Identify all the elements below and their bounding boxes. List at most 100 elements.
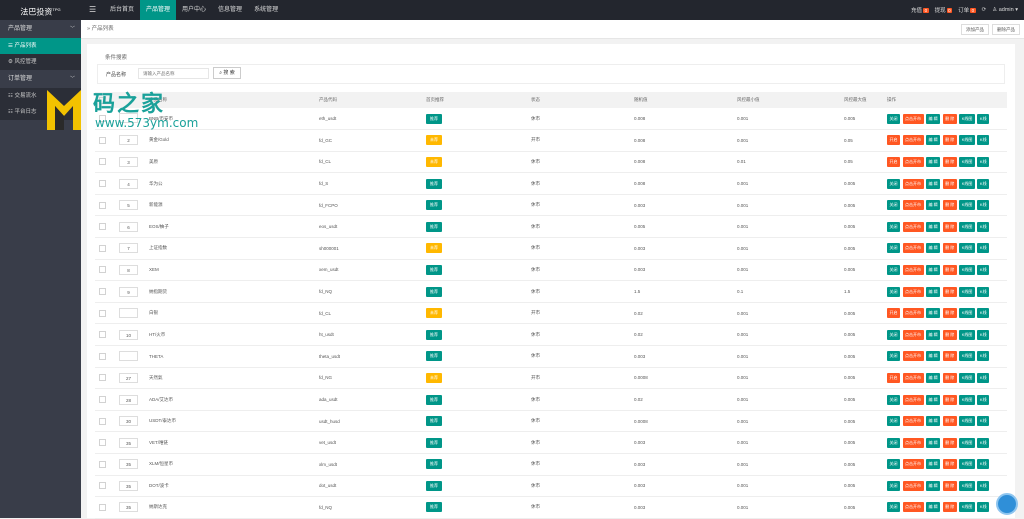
edit-button[interactable]: 编 辑 xyxy=(926,480,941,491)
recommend-toggle[interactable]: 推荐 xyxy=(426,502,442,513)
kline-button[interactable]: K线 xyxy=(977,394,990,405)
refresh-icon[interactable]: ⟳ xyxy=(982,7,987,13)
toggle-market-button[interactable]: 关闭 xyxy=(887,394,900,405)
edit-button[interactable]: 编 辑 xyxy=(926,178,941,189)
row-checkbox[interactable] xyxy=(99,158,106,166)
toggle-market-button[interactable]: 关闭 xyxy=(887,221,900,232)
row-checkbox[interactable] xyxy=(99,374,106,382)
open-market-button[interactable]: 点击开市 xyxy=(902,286,924,297)
delete-button[interactable]: 删 除 xyxy=(942,308,957,319)
edit-button[interactable]: 编 辑 xyxy=(926,394,941,405)
delete-button[interactable]: 删 除 xyxy=(942,221,957,232)
recommend-toggle[interactable]: 推荐 xyxy=(426,264,442,275)
recommend-toggle[interactable]: 未荐 xyxy=(426,308,442,319)
toggle-market-button[interactable]: 关闭 xyxy=(887,178,900,189)
recommend-toggle[interactable]: 未荐 xyxy=(426,135,442,146)
kline-chart-button[interactable]: K线图 xyxy=(959,308,975,319)
open-market-button[interactable]: 点击开市 xyxy=(902,200,924,211)
recommend-toggle[interactable]: 未荐 xyxy=(426,243,442,254)
edit-button[interactable]: 编 辑 xyxy=(926,286,941,297)
delete-button[interactable]: 删 除 xyxy=(942,135,957,146)
delete-button[interactable]: 删 除 xyxy=(942,459,957,470)
row-checkbox[interactable] xyxy=(99,288,106,296)
toggle-market-button[interactable]: 关闭 xyxy=(887,480,900,491)
edit-button[interactable]: 编 辑 xyxy=(926,329,941,340)
sidebar-item-risk[interactable]: ⚙ 风控管理 xyxy=(0,54,81,70)
row-checkbox[interactable] xyxy=(99,244,106,252)
delete-button[interactable]: 删 除 xyxy=(942,264,957,275)
toggle-market-button[interactable]: 关闭 xyxy=(887,351,900,362)
delete-button[interactable]: 删 除 xyxy=(942,113,957,124)
add-product-button[interactable]: 添加产品 xyxy=(961,24,989,35)
row-checkbox[interactable] xyxy=(99,396,106,404)
open-market-button[interactable]: 点击开市 xyxy=(902,351,924,362)
delete-button[interactable]: 删 除 xyxy=(942,351,957,362)
open-market-button[interactable]: 点击开市 xyxy=(902,416,924,427)
user-menu[interactable]: ♙ admin ▾ xyxy=(992,7,1018,13)
recommend-toggle[interactable]: 推荐 xyxy=(426,416,442,427)
delete-button[interactable]: 删 除 xyxy=(942,200,957,211)
toggle-market-button[interactable]: 关闭 xyxy=(887,329,900,340)
toggle-market-button[interactable]: 关闭 xyxy=(887,264,900,275)
edit-button[interactable]: 编 辑 xyxy=(926,221,941,232)
recommend-toggle[interactable]: 推荐 xyxy=(426,394,442,405)
delete-button[interactable]: 删 除 xyxy=(942,286,957,297)
kline-chart-button[interactable]: K线图 xyxy=(959,221,975,232)
toggle-market-button[interactable]: 关闭 xyxy=(887,243,900,254)
edit-button[interactable]: 编 辑 xyxy=(926,243,941,254)
recommend-toggle[interactable]: 推荐 xyxy=(426,221,442,232)
delete-button[interactable]: 删 除 xyxy=(942,329,957,340)
kline-button[interactable]: K线 xyxy=(977,156,990,167)
kline-button[interactable]: K线 xyxy=(977,178,990,189)
toggle-market-button[interactable]: 关闭 xyxy=(887,502,900,513)
row-checkbox[interactable] xyxy=(99,460,106,468)
kline-button[interactable]: K线 xyxy=(977,200,990,211)
open-market-button[interactable]: 点击开市 xyxy=(902,372,924,383)
edit-button[interactable]: 编 辑 xyxy=(926,459,941,470)
row-checkbox[interactable] xyxy=(99,439,106,447)
delete-button[interactable]: 删 除 xyxy=(942,243,957,254)
recommend-toggle[interactable]: 推荐 xyxy=(426,329,442,340)
edit-button[interactable]: 编 辑 xyxy=(926,135,941,146)
open-market-button[interactable]: 点击开市 xyxy=(902,113,924,124)
open-market-button[interactable]: 点击开市 xyxy=(902,329,924,340)
kline-button[interactable]: K线 xyxy=(977,480,990,491)
floating-chat-button[interactable] xyxy=(996,493,1018,515)
edit-button[interactable]: 编 辑 xyxy=(926,416,941,427)
recommend-toggle[interactable]: 推荐 xyxy=(426,200,442,211)
kline-chart-button[interactable]: K线图 xyxy=(959,480,975,491)
kline-chart-button[interactable]: K线图 xyxy=(959,351,975,362)
top-nav-info[interactable]: 信息管理 xyxy=(212,0,248,20)
delete-button[interactable]: 删 除 xyxy=(942,416,957,427)
recommend-toggle[interactable]: 推荐 xyxy=(426,178,442,189)
row-checkbox[interactable] xyxy=(99,201,106,209)
recommend-toggle[interactable]: 推荐 xyxy=(426,437,442,448)
sidebar-item-logs[interactable]: ☷ 平台日志 xyxy=(0,104,81,120)
kline-chart-button[interactable]: K线图 xyxy=(959,156,975,167)
toggle-market-button[interactable]: 开启 xyxy=(887,156,900,167)
toggle-market-button[interactable]: 开启 xyxy=(887,135,900,146)
recommend-toggle[interactable]: 推荐 xyxy=(426,459,442,470)
delete-button[interactable]: 删 除 xyxy=(942,178,957,189)
edit-button[interactable]: 编 辑 xyxy=(926,372,941,383)
delete-button[interactable]: 删 除 xyxy=(942,480,957,491)
kline-button[interactable]: K线 xyxy=(977,351,990,362)
kline-button[interactable]: K线 xyxy=(977,113,990,124)
top-nav-users[interactable]: 用户中心 xyxy=(176,0,212,20)
row-checkbox[interactable] xyxy=(99,223,106,231)
row-checkbox[interactable] xyxy=(99,180,106,188)
kline-chart-button[interactable]: K线图 xyxy=(959,329,975,340)
kline-chart-button[interactable]: K线图 xyxy=(959,178,975,189)
recommend-toggle[interactable]: 未荐 xyxy=(426,156,442,167)
kline-button[interactable]: K线 xyxy=(977,243,990,254)
toggle-market-button[interactable]: 关闭 xyxy=(887,200,900,211)
row-checkbox[interactable] xyxy=(99,266,106,274)
kline-chart-button[interactable]: K线图 xyxy=(959,113,975,124)
kline-button[interactable]: K线 xyxy=(977,459,990,470)
row-checkbox[interactable] xyxy=(99,352,106,360)
app-logo[interactable]: 法巴投资TPG xyxy=(0,0,81,20)
withdraw-link[interactable]: 提现 0 xyxy=(935,6,953,14)
row-checkbox[interactable] xyxy=(99,417,106,425)
row-checkbox[interactable] xyxy=(99,115,106,123)
open-market-button[interactable]: 点击开市 xyxy=(902,156,924,167)
